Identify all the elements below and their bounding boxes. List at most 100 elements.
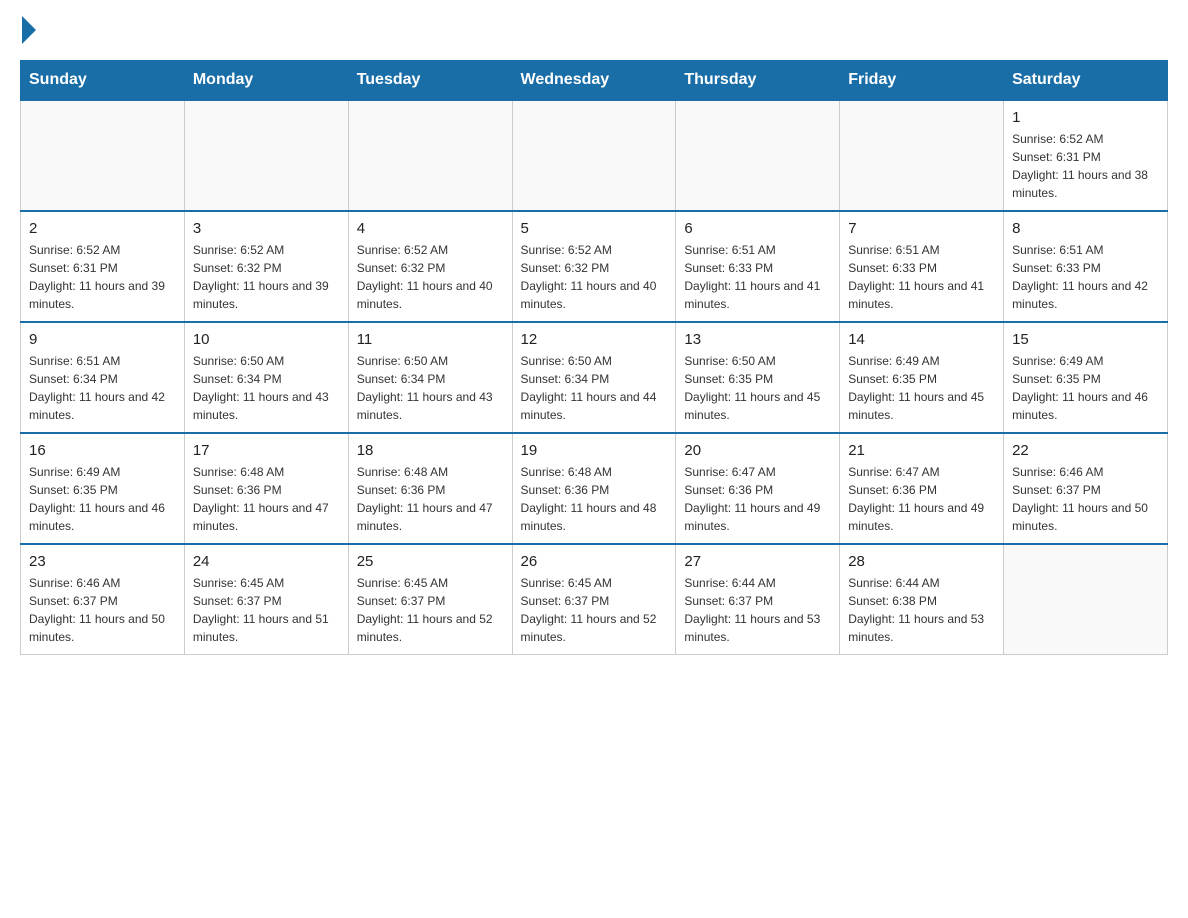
calendar-cell: 22 Sunrise: 6:46 AM Sunset: 6:37 PM Dayli…: [1004, 433, 1168, 544]
day-info: Sunrise: 6:46 AM Sunset: 6:37 PM Dayligh…: [29, 574, 176, 646]
day-info: Sunrise: 6:52 AM Sunset: 6:31 PM Dayligh…: [1012, 130, 1159, 202]
day-info: Sunrise: 6:45 AM Sunset: 6:37 PM Dayligh…: [357, 574, 504, 646]
day-info: Sunrise: 6:48 AM Sunset: 6:36 PM Dayligh…: [193, 463, 340, 535]
calendar-table: SundayMondayTuesdayWednesdayThursdayFrid…: [20, 60, 1168, 655]
calendar-cell: 5 Sunrise: 6:52 AM Sunset: 6:32 PM Daylig…: [512, 211, 676, 322]
day-number: 11: [357, 331, 504, 348]
logo: [20, 20, 36, 44]
day-info: Sunrise: 6:46 AM Sunset: 6:37 PM Dayligh…: [1012, 463, 1159, 535]
calendar-cell: 27 Sunrise: 6:44 AM Sunset: 6:37 PM Dayli…: [676, 544, 840, 655]
calendar-cell: 21 Sunrise: 6:47 AM Sunset: 6:36 PM Dayli…: [840, 433, 1004, 544]
day-number: 23: [29, 553, 176, 570]
day-info: Sunrise: 6:48 AM Sunset: 6:36 PM Dayligh…: [357, 463, 504, 535]
calendar-cell: 28 Sunrise: 6:44 AM Sunset: 6:38 PM Dayli…: [840, 544, 1004, 655]
day-info: Sunrise: 6:48 AM Sunset: 6:36 PM Dayligh…: [521, 463, 668, 535]
day-info: Sunrise: 6:50 AM Sunset: 6:34 PM Dayligh…: [521, 352, 668, 424]
calendar-cell: 25 Sunrise: 6:45 AM Sunset: 6:37 PM Dayli…: [348, 544, 512, 655]
day-number: 2: [29, 220, 176, 237]
day-number: 22: [1012, 442, 1159, 459]
day-number: 27: [684, 553, 831, 570]
page-header: [20, 20, 1168, 44]
day-info: Sunrise: 6:47 AM Sunset: 6:36 PM Dayligh…: [848, 463, 995, 535]
col-header-friday: Friday: [840, 61, 1004, 101]
day-number: 28: [848, 553, 995, 570]
day-number: 21: [848, 442, 995, 459]
col-header-wednesday: Wednesday: [512, 61, 676, 101]
calendar-week-5: 23 Sunrise: 6:46 AM Sunset: 6:37 PM Dayli…: [21, 544, 1168, 655]
day-number: 12: [521, 331, 668, 348]
day-info: Sunrise: 6:52 AM Sunset: 6:32 PM Dayligh…: [357, 241, 504, 313]
col-header-sunday: Sunday: [21, 61, 185, 101]
calendar-cell: 14Sunrise: 6:49 AM Sunset: 6:35 PM Dayli…: [840, 322, 1004, 433]
day-info: Sunrise: 6:50 AM Sunset: 6:34 PM Dayligh…: [357, 352, 504, 424]
calendar-header-row: SundayMondayTuesdayWednesdayThursdayFrid…: [21, 61, 1168, 101]
day-info: Sunrise: 6:51 AM Sunset: 6:33 PM Dayligh…: [848, 241, 995, 313]
day-info: Sunrise: 6:50 AM Sunset: 6:35 PM Dayligh…: [684, 352, 831, 424]
day-number: 4: [357, 220, 504, 237]
day-number: 15: [1012, 331, 1159, 348]
col-header-saturday: Saturday: [1004, 61, 1168, 101]
day-number: 1: [1012, 109, 1159, 126]
day-info: Sunrise: 6:49 AM Sunset: 6:35 PM Dayligh…: [848, 352, 995, 424]
day-info: Sunrise: 6:45 AM Sunset: 6:37 PM Dayligh…: [193, 574, 340, 646]
day-info: Sunrise: 6:51 AM Sunset: 6:34 PM Dayligh…: [29, 352, 176, 424]
day-info: Sunrise: 6:47 AM Sunset: 6:36 PM Dayligh…: [684, 463, 831, 535]
day-number: 20: [684, 442, 831, 459]
day-number: 17: [193, 442, 340, 459]
day-number: 19: [521, 442, 668, 459]
calendar-cell: 16 Sunrise: 6:49 AM Sunset: 6:35 PM Dayli…: [21, 433, 185, 544]
day-number: 16: [29, 442, 176, 459]
calendar-cell: 18 Sunrise: 6:48 AM Sunset: 6:36 PM Dayli…: [348, 433, 512, 544]
calendar-cell: 6Sunrise: 6:51 AM Sunset: 6:33 PM Daylig…: [676, 211, 840, 322]
calendar-cell: [676, 100, 840, 211]
col-header-tuesday: Tuesday: [348, 61, 512, 101]
calendar-cell: 24 Sunrise: 6:45 AM Sunset: 6:37 PM Dayli…: [184, 544, 348, 655]
calendar-cell: 4 Sunrise: 6:52 AM Sunset: 6:32 PM Daylig…: [348, 211, 512, 322]
day-number: 18: [357, 442, 504, 459]
day-number: 13: [684, 331, 831, 348]
calendar-cell: 7 Sunrise: 6:51 AM Sunset: 6:33 PM Daylig…: [840, 211, 1004, 322]
day-info: Sunrise: 6:45 AM Sunset: 6:37 PM Dayligh…: [521, 574, 668, 646]
calendar-cell: 2Sunrise: 6:52 AM Sunset: 6:31 PM Daylig…: [21, 211, 185, 322]
day-number: 8: [1012, 220, 1159, 237]
day-number: 3: [193, 220, 340, 237]
day-number: 24: [193, 553, 340, 570]
calendar-cell: 26 Sunrise: 6:45 AM Sunset: 6:37 PM Dayli…: [512, 544, 676, 655]
calendar-cell: 9 Sunrise: 6:51 AM Sunset: 6:34 PM Daylig…: [21, 322, 185, 433]
day-info: Sunrise: 6:49 AM Sunset: 6:35 PM Dayligh…: [1012, 352, 1159, 424]
calendar-cell: 19 Sunrise: 6:48 AM Sunset: 6:36 PM Dayli…: [512, 433, 676, 544]
calendar-cell: [840, 100, 1004, 211]
day-info: Sunrise: 6:44 AM Sunset: 6:37 PM Dayligh…: [684, 574, 831, 646]
day-info: Sunrise: 6:49 AM Sunset: 6:35 PM Dayligh…: [29, 463, 176, 535]
day-info: Sunrise: 6:51 AM Sunset: 6:33 PM Dayligh…: [684, 241, 831, 313]
col-header-monday: Monday: [184, 61, 348, 101]
day-info: Sunrise: 6:52 AM Sunset: 6:32 PM Dayligh…: [193, 241, 340, 313]
day-info: Sunrise: 6:52 AM Sunset: 6:32 PM Dayligh…: [521, 241, 668, 313]
day-number: 5: [521, 220, 668, 237]
calendar-cell: 12 Sunrise: 6:50 AM Sunset: 6:34 PM Dayli…: [512, 322, 676, 433]
calendar-week-2: 2Sunrise: 6:52 AM Sunset: 6:31 PM Daylig…: [21, 211, 1168, 322]
logo-arrow-icon: [22, 16, 36, 44]
day-number: 7: [848, 220, 995, 237]
calendar-cell: [348, 100, 512, 211]
calendar-cell: [21, 100, 185, 211]
day-number: 26: [521, 553, 668, 570]
day-info: Sunrise: 6:51 AM Sunset: 6:33 PM Dayligh…: [1012, 241, 1159, 313]
calendar-cell: 1 Sunrise: 6:52 AM Sunset: 6:31 PM Daylig…: [1004, 100, 1168, 211]
calendar-cell: [184, 100, 348, 211]
day-number: 10: [193, 331, 340, 348]
calendar-cell: 11 Sunrise: 6:50 AM Sunset: 6:34 PM Dayli…: [348, 322, 512, 433]
calendar-week-1: 1 Sunrise: 6:52 AM Sunset: 6:31 PM Daylig…: [21, 100, 1168, 211]
calendar-week-4: 16 Sunrise: 6:49 AM Sunset: 6:35 PM Dayli…: [21, 433, 1168, 544]
day-info: Sunrise: 6:44 AM Sunset: 6:38 PM Dayligh…: [848, 574, 995, 646]
calendar-cell: 23 Sunrise: 6:46 AM Sunset: 6:37 PM Dayli…: [21, 544, 185, 655]
calendar-cell: 15 Sunrise: 6:49 AM Sunset: 6:35 PM Dayli…: [1004, 322, 1168, 433]
day-info: Sunrise: 6:50 AM Sunset: 6:34 PM Dayligh…: [193, 352, 340, 424]
col-header-thursday: Thursday: [676, 61, 840, 101]
calendar-week-3: 9 Sunrise: 6:51 AM Sunset: 6:34 PM Daylig…: [21, 322, 1168, 433]
calendar-cell: 10 Sunrise: 6:50 AM Sunset: 6:34 PM Dayli…: [184, 322, 348, 433]
calendar-cell: [512, 100, 676, 211]
day-number: 9: [29, 331, 176, 348]
calendar-cell: 3 Sunrise: 6:52 AM Sunset: 6:32 PM Daylig…: [184, 211, 348, 322]
day-number: 25: [357, 553, 504, 570]
